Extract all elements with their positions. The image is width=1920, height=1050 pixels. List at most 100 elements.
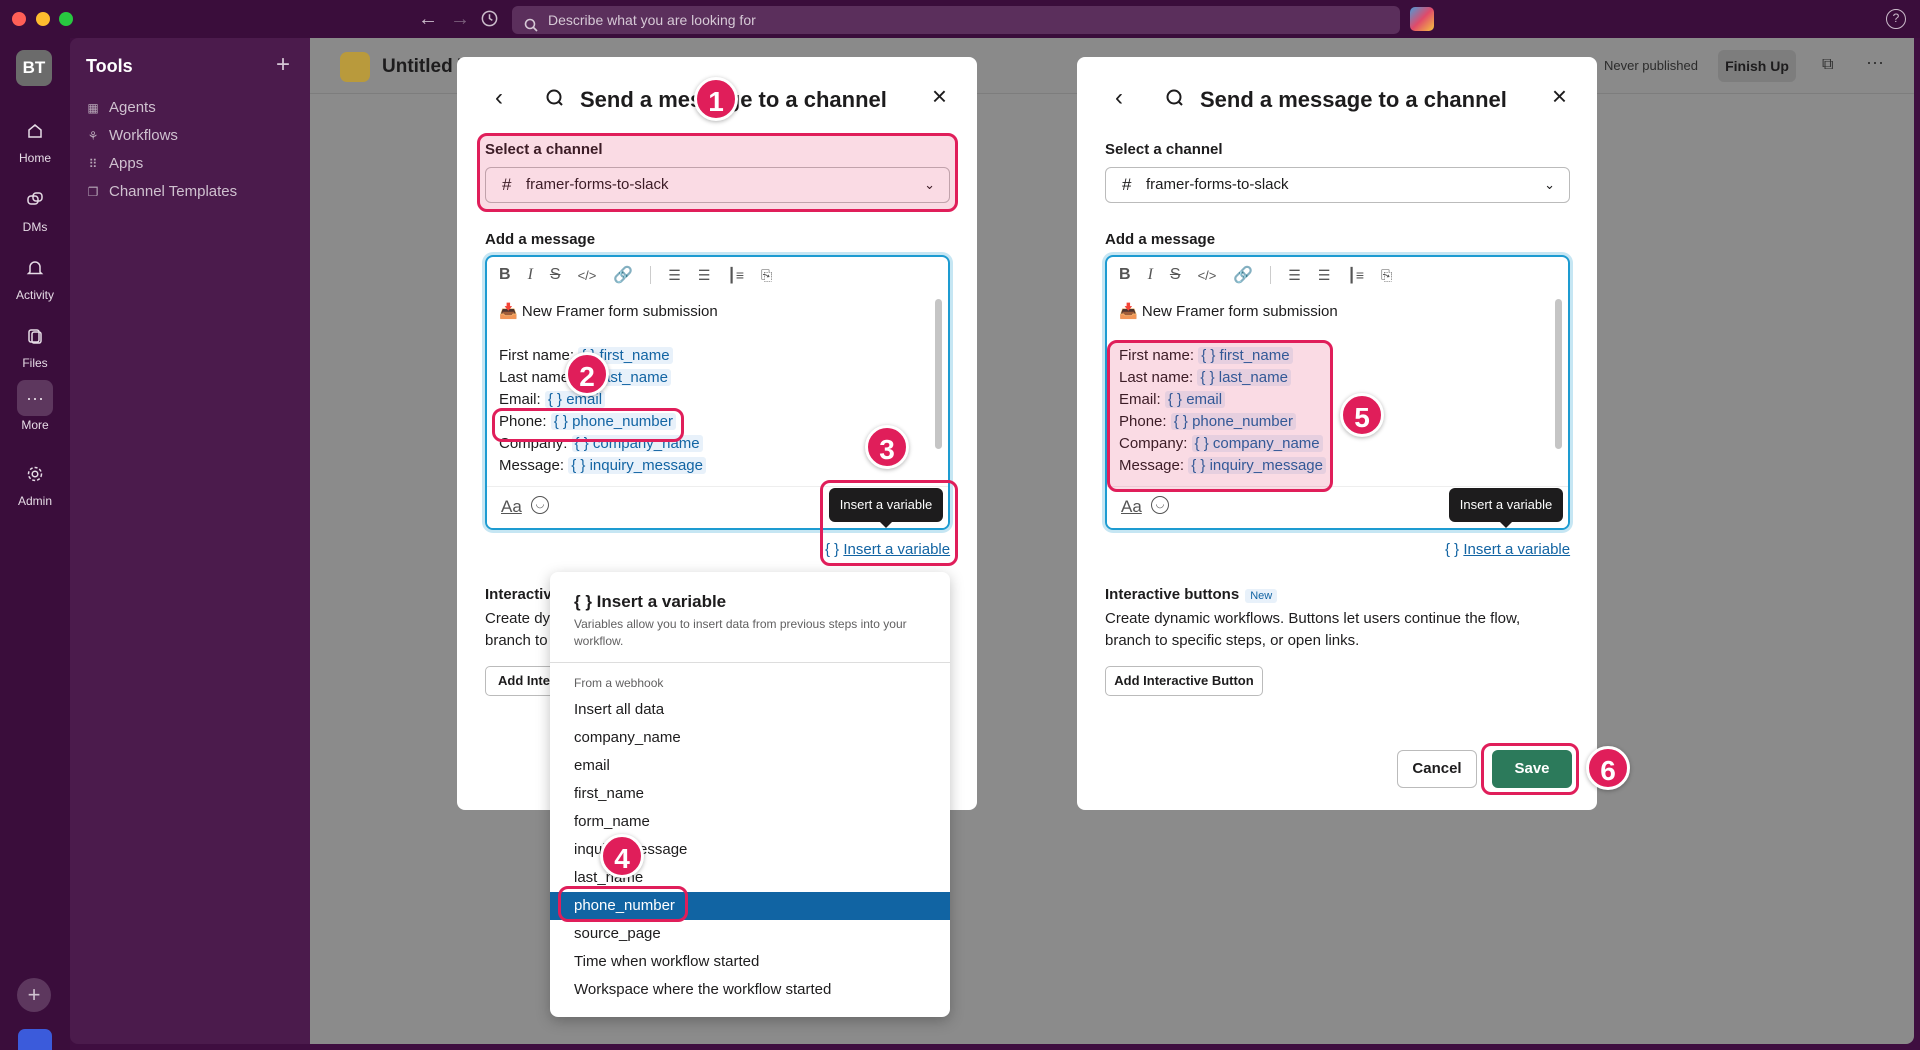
channel-value: framer-forms-to-slack bbox=[1146, 176, 1289, 193]
user-avatar[interactable] bbox=[1410, 7, 1434, 31]
format-toolbar: B I S </> 🔗 ☰ ☰ ┃≡ ⎘ bbox=[1107, 257, 1568, 293]
strikethrough-icon[interactable]: S bbox=[550, 266, 561, 284]
bold-icon[interactable]: B bbox=[1119, 266, 1131, 284]
highlight-insert-variable bbox=[820, 480, 958, 566]
workflows-icon: ⚘ bbox=[87, 128, 99, 143]
code-block-icon[interactable]: ⎘ bbox=[761, 267, 772, 284]
insert-variable-label: Insert a variable bbox=[1463, 541, 1571, 558]
intro-line: 📥 New Framer form submission bbox=[1119, 301, 1549, 323]
menu-item[interactable]: first_name bbox=[550, 780, 950, 808]
variable-token[interactable]: { } inquiry_message bbox=[568, 457, 706, 474]
search-placeholder: Describe what you are looking for bbox=[548, 12, 756, 28]
tools-sidebar: Tools + ▦ Agents ⚘ Workflows ⠿ Apps ❐ Ch… bbox=[70, 38, 310, 1044]
sidebar-item-workflows[interactable]: ⚘ Workflows bbox=[86, 127, 178, 144]
link-icon[interactable]: 🔗 bbox=[613, 265, 633, 285]
rail-item-home[interactable]: Home bbox=[0, 113, 70, 165]
menu-item[interactable]: company_name bbox=[550, 724, 950, 752]
close-window-button[interactable] bbox=[12, 12, 26, 26]
sidebar-item-label: Agents bbox=[109, 99, 156, 116]
interactive-buttons-title: Interactiv bbox=[485, 586, 552, 603]
rail-item-more[interactable]: ··· More bbox=[0, 380, 70, 432]
quote-icon[interactable]: ┃≡ bbox=[727, 267, 744, 284]
italic-icon[interactable]: I bbox=[1148, 266, 1153, 284]
finish-up-button[interactable]: Finish Up bbox=[1718, 50, 1796, 82]
rail-item-admin[interactable]: Admin bbox=[0, 456, 70, 508]
text-format-button[interactable]: Aa bbox=[501, 497, 522, 517]
strikethrough-icon[interactable]: S bbox=[1170, 266, 1181, 284]
intro-line: 📥 New Framer form submission bbox=[499, 301, 929, 323]
menu-subtitle: Variables allow you to insert data from … bbox=[574, 617, 907, 648]
inbox-tray-icon: 📥 bbox=[1119, 303, 1138, 320]
format-toolbar: B I S </> 🔗 ☰ ☰ ┃≡ ⎘ bbox=[487, 257, 948, 293]
quote-icon[interactable]: ┃≡ bbox=[1347, 267, 1364, 284]
highlight-save-button bbox=[1481, 743, 1579, 795]
code-icon[interactable]: </> bbox=[578, 268, 597, 283]
rail-item-files[interactable]: Files bbox=[0, 318, 70, 370]
copy-icon[interactable]: ⧉ bbox=[1822, 56, 1833, 74]
rail-item-activity[interactable]: Activity bbox=[0, 250, 70, 302]
menu-item[interactable]: Workspace where the workflow started bbox=[550, 976, 950, 1004]
menu-item[interactable]: Insert all data bbox=[550, 696, 950, 724]
sidebar-item-channel-templates[interactable]: ❐ Channel Templates bbox=[86, 183, 238, 200]
sidebar-item-label: Workflows bbox=[109, 127, 178, 144]
add-tool-button[interactable]: + bbox=[276, 51, 290, 79]
field-line: First name: { } first_name bbox=[499, 345, 929, 367]
link-icon[interactable]: 🔗 bbox=[1233, 265, 1253, 285]
step-badge-1: 1 bbox=[694, 77, 738, 121]
code-block-icon[interactable]: ⎘ bbox=[1381, 267, 1392, 284]
search-icon bbox=[524, 13, 538, 41]
more-options-icon[interactable]: ··· bbox=[1866, 52, 1884, 73]
add-interactive-button[interactable]: Add Interactive Button bbox=[1105, 666, 1263, 696]
menu-item[interactable]: form_name bbox=[550, 808, 950, 836]
bold-icon[interactable]: B bbox=[499, 266, 511, 284]
history-icon[interactable] bbox=[480, 9, 499, 34]
profile-avatar[interactable] bbox=[18, 1029, 52, 1050]
sidebar-item-apps[interactable]: ⠿ Apps bbox=[86, 155, 144, 172]
field-label: First name: bbox=[499, 347, 575, 364]
menu-item[interactable]: Time when workflow started bbox=[550, 948, 950, 976]
minimize-window-button[interactable] bbox=[36, 12, 50, 26]
emoji-icon[interactable]: ◡ bbox=[531, 496, 549, 514]
ordered-list-icon[interactable]: ☰ bbox=[668, 267, 681, 284]
add-workspace-button[interactable]: + bbox=[17, 978, 51, 1012]
workspace-rail: BT Home DMs Activity Files ··· More Admi… bbox=[0, 38, 70, 1050]
insert-variable-link[interactable]: { } Insert a variable bbox=[1445, 541, 1570, 558]
help-icon[interactable]: ? bbox=[1886, 9, 1906, 29]
search-icon bbox=[1165, 88, 1185, 113]
editor-scrollbar[interactable] bbox=[935, 299, 942, 449]
search-input[interactable]: Describe what you are looking for bbox=[512, 6, 1400, 34]
channel-select[interactable]: # framer-forms-to-slack ⌄ bbox=[1105, 167, 1570, 203]
code-icon[interactable]: </> bbox=[1198, 268, 1217, 283]
ordered-list-icon[interactable]: ☰ bbox=[1288, 267, 1301, 284]
forward-arrow-icon[interactable]: → bbox=[450, 8, 470, 31]
back-icon[interactable]: ‹ bbox=[1115, 84, 1123, 112]
menu-title: { } Insert a variable bbox=[574, 592, 727, 611]
menu-item[interactable]: source_page bbox=[550, 920, 950, 948]
message-label: Add a message bbox=[485, 231, 596, 248]
step-badge-6: 6 bbox=[1586, 746, 1630, 790]
back-icon[interactable]: ‹ bbox=[495, 84, 503, 112]
workspace-switcher[interactable]: BT bbox=[16, 50, 52, 86]
menu-item[interactable]: email bbox=[550, 752, 950, 780]
editor-scrollbar[interactable] bbox=[1555, 299, 1562, 449]
bulleted-list-icon[interactable]: ☰ bbox=[698, 267, 711, 284]
text-format-button[interactable]: Aa bbox=[1121, 497, 1142, 517]
close-icon[interactable]: × bbox=[1552, 81, 1567, 112]
rail-label-files: Files bbox=[22, 356, 48, 370]
more-icon: ··· bbox=[17, 380, 53, 416]
close-icon[interactable]: × bbox=[932, 81, 947, 112]
sidebar-item-label: Channel Templates bbox=[109, 183, 238, 200]
apps-icon: ⠿ bbox=[88, 156, 98, 171]
cancel-button[interactable]: Cancel bbox=[1397, 750, 1477, 788]
search-icon bbox=[545, 88, 565, 113]
menu-divider bbox=[550, 662, 950, 663]
back-arrow-icon[interactable]: ← bbox=[418, 8, 438, 31]
rail-item-dms[interactable]: DMs bbox=[0, 182, 70, 234]
sidebar-item-agents[interactable]: ▦ Agents bbox=[86, 99, 156, 116]
bulleted-list-icon[interactable]: ☰ bbox=[1318, 267, 1331, 284]
emoji-icon[interactable]: ◡ bbox=[1151, 496, 1169, 514]
maximize-window-button[interactable] bbox=[59, 12, 73, 26]
workflow-icon bbox=[340, 52, 370, 82]
italic-icon[interactable]: I bbox=[528, 266, 533, 284]
insert-variable-menu: { } Insert a variable Variables allow yo… bbox=[550, 572, 950, 1017]
